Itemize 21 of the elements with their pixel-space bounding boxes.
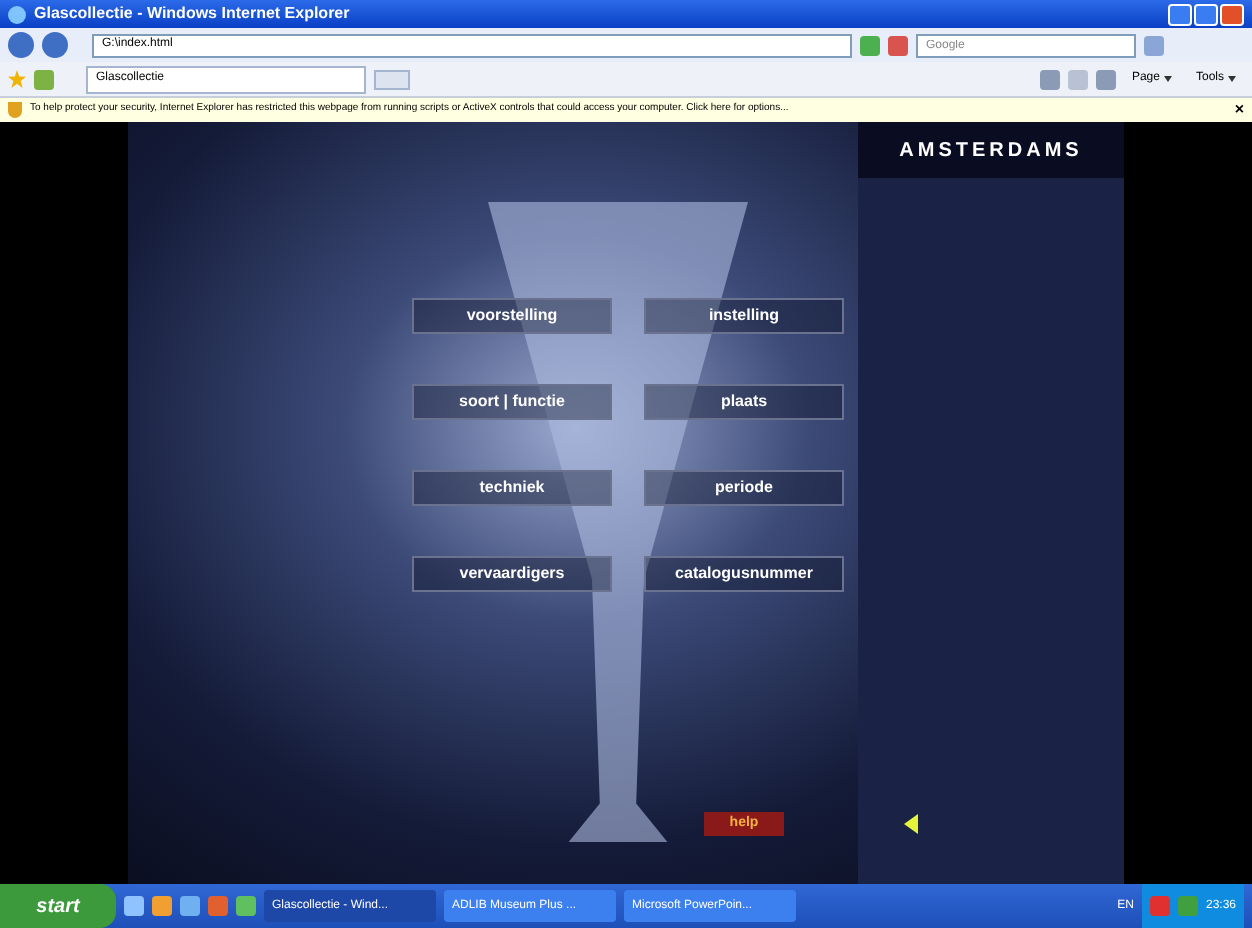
menu-button[interactable]: vervaardigers (412, 556, 612, 592)
menu-button[interactable]: catalogusnummer (644, 556, 844, 592)
menu-button[interactable]: instelling (644, 298, 844, 334)
caret-icon (1228, 76, 1236, 82)
brand-title: AMSTERDAMS (899, 137, 1083, 165)
favorites-star-icon[interactable] (8, 70, 26, 88)
minimize-button[interactable] (1168, 3, 1192, 25)
close-info-bar-button[interactable]: × (1234, 102, 1244, 118)
menu-button[interactable]: plaats (644, 384, 844, 420)
window-title: Glascollectie - Windows Internet Explorer (34, 2, 352, 26)
caret-icon (1163, 76, 1172, 82)
close-button[interactable] (1220, 3, 1244, 25)
start-button[interactable]: start (0, 884, 116, 928)
menu-button[interactable]: voorstelling (412, 298, 612, 334)
menu-button[interactable]: soort | functie (412, 384, 612, 420)
back-arrow-icon[interactable] (904, 814, 918, 834)
maximize-button[interactable] (1194, 3, 1218, 25)
new-tab-button[interactable] (374, 69, 410, 89)
menu-button[interactable]: techniek (412, 470, 612, 506)
shield-icon (8, 102, 22, 118)
menu-button[interactable]: periode (644, 470, 844, 506)
